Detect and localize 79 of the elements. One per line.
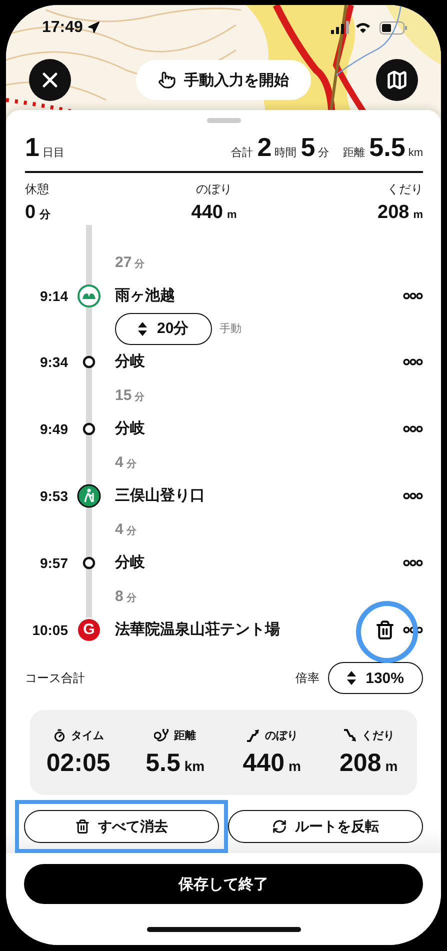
summary-value: 208 m <box>340 748 398 778</box>
ascent-icon <box>246 728 260 742</box>
signal-icon <box>331 20 349 34</box>
arrival-time: 9:57 <box>38 554 68 570</box>
rate-label: 倍率 <box>296 670 320 686</box>
course-total-label: コース合計 <box>25 670 85 686</box>
summary-value: 5.5 km <box>146 748 205 778</box>
segment-duration: 4 分 <box>114 454 138 470</box>
segment-duration: 27 分 <box>114 254 146 270</box>
stay-time-stepper[interactable]: 20分 <box>115 312 212 344</box>
waypoint-icon <box>82 556 96 570</box>
drag-handle[interactable] <box>206 118 240 123</box>
up-down-icon <box>346 671 356 685</box>
segment-duration: 4 分 <box>114 520 138 538</box>
more-icon[interactable] <box>403 424 423 432</box>
more-icon[interactable] <box>403 626 423 634</box>
route-icon <box>154 728 170 742</box>
save-button[interactable]: 保存して終了 <box>24 864 423 904</box>
stat-label: のぼり <box>196 181 232 198</box>
waypoint-name[interactable]: 分岐 <box>110 553 403 572</box>
total-label: 合計 <box>231 146 254 160</box>
total-hours: 2 <box>257 132 272 163</box>
wifi-icon <box>356 22 370 32</box>
segment-duration: 8 分 <box>114 588 138 604</box>
waypoint-icon <box>82 354 96 368</box>
day-unit: 日目 <box>42 146 64 160</box>
summary-value: 440 m <box>242 748 301 778</box>
distance-label: 距離 <box>343 146 366 160</box>
distance-unit: km <box>408 147 423 159</box>
waypoint-name[interactable]: 分岐 <box>110 352 403 371</box>
summary-label: のぼり <box>246 728 298 742</box>
arrival-time: 9:34 <box>38 354 68 370</box>
trash-icon <box>75 819 90 834</box>
pointing-hand-icon <box>158 71 176 89</box>
timer-icon <box>52 728 66 742</box>
summary-value: 02:05 <box>46 748 110 778</box>
summary-label: くだり <box>342 728 395 742</box>
waypoint-name[interactable]: 法華院温泉山荘テント場 <box>110 620 375 639</box>
waypoint-name[interactable]: 分岐 <box>110 419 403 438</box>
manual-input-button[interactable]: 手動入力を開始 <box>136 60 311 100</box>
arrival-time: 10:05 <box>31 622 68 638</box>
map-icon <box>386 69 408 91</box>
summary-label: 距離 <box>154 728 196 742</box>
reverse-route-button[interactable]: ルートを反転 <box>228 810 423 843</box>
arrival-time: 9:49 <box>38 420 68 436</box>
manual-note: 手動 <box>220 322 242 336</box>
arrival-time: 9:14 <box>38 288 68 304</box>
stat-label: 休憩 <box>25 181 49 198</box>
reverse-icon <box>272 819 287 834</box>
waypoint-name[interactable]: 雨ヶ池越 <box>110 286 403 305</box>
day-number: 1 <box>25 132 40 163</box>
more-icon[interactable] <box>403 492 423 500</box>
more-icon[interactable] <box>403 358 423 366</box>
status-time: 17:49 <box>42 18 83 36</box>
rate-stepper[interactable]: 130% <box>328 662 423 694</box>
location-arrow-icon <box>86 21 100 34</box>
summary-label: タイム <box>52 728 104 742</box>
waypoint-name[interactable]: 三俣山登り口 <box>110 486 403 505</box>
descent-icon <box>342 728 357 742</box>
hours-unit: 時間 <box>274 146 297 160</box>
segment-duration: 15 分 <box>114 386 146 404</box>
more-icon[interactable] <box>403 558 423 566</box>
stat-value: 0 分 <box>25 202 51 224</box>
pass-icon <box>77 284 101 308</box>
up-down-icon <box>138 322 147 336</box>
stat-label: くだり <box>386 181 423 198</box>
more-icon[interactable] <box>403 292 423 300</box>
waypoint-icon <box>82 422 96 436</box>
stat-value: 440 m <box>191 202 237 224</box>
distance-value: 5.5 <box>369 132 406 163</box>
total-minutes: 5 <box>300 132 316 163</box>
stat-value: 208 m <box>378 202 423 224</box>
trash-icon[interactable] <box>375 620 395 640</box>
battery-icon <box>380 21 407 34</box>
minutes-unit: 分 <box>318 146 330 160</box>
arrival-time: 9:53 <box>38 488 68 504</box>
hiker-icon <box>77 484 101 508</box>
goal-marker: G <box>78 618 100 640</box>
clear-all-button[interactable]: すべて消去 <box>24 810 219 843</box>
